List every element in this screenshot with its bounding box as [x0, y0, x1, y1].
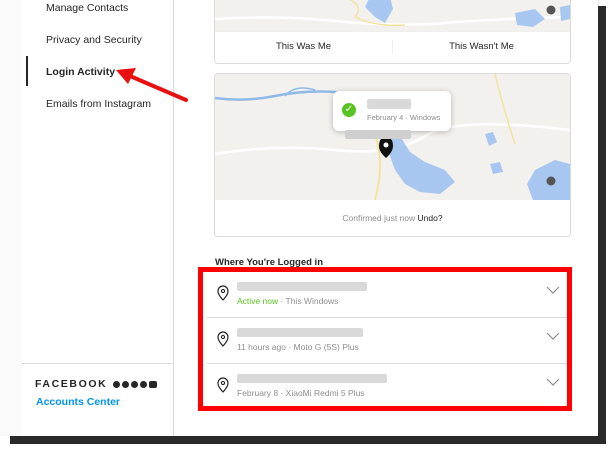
sidebar-item-manage-contacts[interactable]: Manage Contacts [46, 2, 128, 14]
accounts-center-link[interactable]: Accounts Center [36, 396, 120, 408]
sidebar-divider [22, 363, 173, 364]
sidebar-item-privacy-security[interactable]: Privacy and Security [46, 34, 142, 46]
sidebar-item-login-activity[interactable]: Login Activity [46, 66, 115, 78]
session-row-1[interactable]: Active now · This Windows [207, 272, 570, 318]
location-pin-icon [217, 285, 229, 301]
meta-app-icons [113, 380, 158, 388]
login-card-1: This Was Me This Wasn't Me [214, 0, 571, 64]
confirm-label: Confirmed just now [342, 213, 416, 223]
chevron-down-icon[interactable] [546, 286, 560, 294]
instagram-icon [131, 380, 139, 388]
card-1-actions: This Was Me This Wasn't Me [215, 31, 570, 62]
location-pin-icon [217, 377, 229, 393]
session-device: February 8 · XiaoMi Redmi 5 Plus [237, 388, 365, 398]
active-now-status: Active now [237, 296, 279, 306]
session-row-2[interactable]: 11 hours ago · Moto G (5S) Plus [207, 318, 570, 364]
redacted-session-location [237, 374, 387, 383]
chevron-down-icon[interactable] [546, 332, 560, 340]
active-indicator [26, 56, 28, 86]
session-meta: 11 hours ago · Moto G (5S) Plus [237, 342, 359, 352]
whatsapp-icon [140, 380, 148, 388]
session-meta: February 8 · XiaoMi Redmi 5 Plus [237, 388, 365, 398]
session-device: · This Windows [278, 296, 339, 306]
confirmation-text: Confirmed just now Undo? [215, 213, 570, 223]
redacted-session-location [237, 282, 367, 291]
sessions-title: Where You're Logged in [215, 257, 323, 268]
login-card-2: ✓ February 4 · Windows Confirmed just no… [214, 73, 571, 237]
location-popup: ✓ February 4 · Windows [333, 91, 451, 131]
app-frame: Manage Contacts Privacy and Security Log… [0, 0, 599, 436]
session-row-3[interactable]: February 8 · XiaoMi Redmi 5 Plus [207, 364, 570, 409]
checkmark-icon: ✓ [342, 103, 356, 117]
chevron-down-icon[interactable] [546, 378, 560, 386]
redacted-location [367, 99, 411, 109]
frame-shadow-bottom [10, 436, 606, 444]
frame-shadow-right [598, 6, 606, 442]
session-device: 11 hours ago · Moto G (5S) Plus [237, 342, 359, 352]
red-arrow-annotation [116, 68, 188, 102]
this-was-me-button[interactable]: This Was Me [215, 32, 392, 62]
map-1 [215, 0, 570, 31]
location-pin-icon [217, 331, 229, 347]
map-2: ✓ February 4 · Windows [215, 74, 570, 200]
session-meta: Active now · This Windows [237, 296, 338, 306]
portal-icon [149, 380, 158, 388]
facebook-wordmark: FACEBOOK [35, 378, 108, 390]
redacted-session-location [237, 328, 363, 337]
this-wasnt-me-button[interactable]: This Wasn't Me [393, 32, 570, 62]
facebook-row: FACEBOOK [35, 378, 158, 390]
redacted-label [345, 130, 411, 139]
undo-link[interactable]: Undo? [418, 213, 443, 223]
popup-date: February 4 · Windows [367, 113, 441, 122]
messenger-icon [122, 380, 130, 388]
facebook-icon [113, 380, 121, 388]
